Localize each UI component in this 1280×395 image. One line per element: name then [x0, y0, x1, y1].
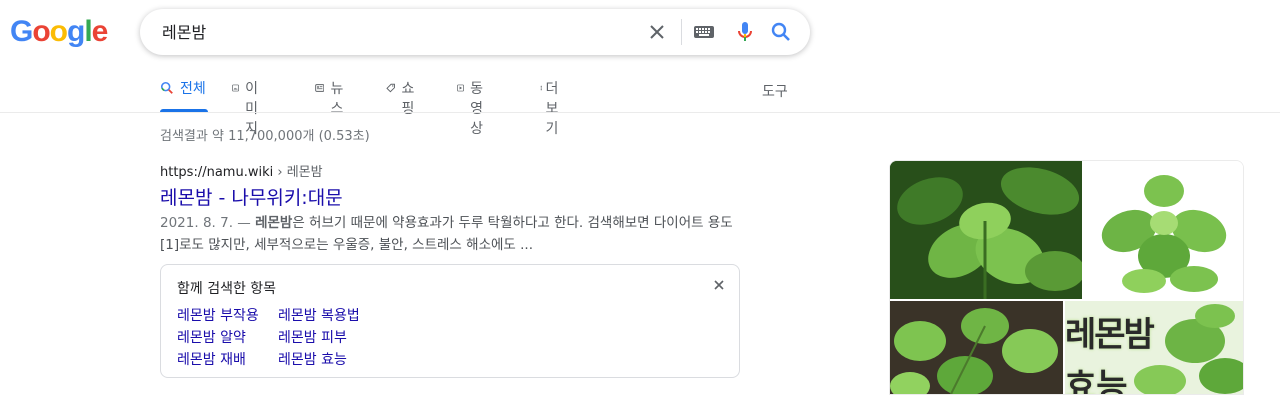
- result-date: 2021. 8. 7. —: [160, 215, 256, 231]
- search-icon: [160, 81, 173, 94]
- search-icon: [771, 22, 790, 41]
- tab-label: 동영상: [470, 81, 484, 137]
- related-link[interactable]: 레몬밤 피부: [278, 327, 347, 347]
- lemon-balm-image-4[interactable]: 레몬밤 효능: [1065, 301, 1243, 395]
- clear-search-button[interactable]: [645, 20, 669, 44]
- news-icon: [315, 84, 325, 92]
- logo-letter: G: [10, 15, 33, 48]
- logo-letter: g: [67, 15, 85, 48]
- tab-images[interactable]: 이미지: [232, 78, 265, 137]
- keyboard-icon: [694, 26, 714, 38]
- result-url-host: https://namu.wiki: [160, 165, 274, 180]
- keyboard-button[interactable]: [693, 23, 715, 41]
- result-title-link[interactable]: 레몬밤 - 나무위키:대문: [160, 183, 343, 210]
- snippet-highlight: 레몬밤: [255, 215, 293, 231]
- tab-label: 더보기: [545, 81, 559, 137]
- logo-letter: o: [32, 15, 50, 48]
- related-searches-title: 함께 검색한 항목: [177, 281, 277, 297]
- tools-button[interactable]: 도구: [762, 81, 788, 101]
- tab-more[interactable]: 더보기: [540, 78, 562, 137]
- search-box: [140, 9, 810, 55]
- related-link[interactable]: 레몬밤 복용법: [278, 305, 360, 325]
- related-link[interactable]: 레몬밤 알약: [177, 327, 246, 347]
- tag-icon: [386, 83, 395, 93]
- related-link[interactable]: 레몬밤 재배: [177, 349, 246, 369]
- image-overlay-text: 효능: [1065, 367, 1128, 395]
- lemon-balm-image-2[interactable]: [1084, 161, 1243, 299]
- related-link[interactable]: 레몬밤 효능: [278, 349, 347, 369]
- search-submit-button[interactable]: [769, 20, 793, 44]
- search-divider: [681, 19, 682, 45]
- voice-search-button[interactable]: [733, 20, 757, 44]
- lemon-balm-image-1[interactable]: [890, 161, 1082, 299]
- tab-label: 전체: [180, 81, 206, 97]
- result-url[interactable]: https://namu.wiki › 레몬밤: [160, 161, 323, 180]
- tab-all[interactable]: 전체: [160, 78, 208, 112]
- leaf-illustration: [890, 301, 1063, 394]
- header-divider: [0, 112, 1280, 113]
- related-close-button[interactable]: [710, 276, 728, 294]
- image-panel: 레몬밤 효능: [889, 160, 1244, 395]
- video-icon: [457, 84, 465, 92]
- close-icon: [650, 25, 664, 39]
- image-icon: [232, 84, 240, 92]
- search-input[interactable]: [162, 21, 622, 40]
- close-icon: [714, 280, 724, 290]
- leaf-illustration: [890, 161, 1082, 299]
- tab-news[interactable]: 뉴스: [315, 78, 348, 117]
- leaf-illustration: [1084, 161, 1243, 299]
- logo-letter: o: [49, 15, 68, 48]
- image-overlay-text: 레몬밤: [1065, 315, 1155, 355]
- result-snippet: 2021. 8. 7. — 레몬밤은 허브기 때문에 약용효과가 두루 탁월하다…: [160, 212, 740, 256]
- mic-icon: [738, 22, 752, 41]
- related-searches-box: 함께 검색한 항목 레몬밤 부작용 레몬밤 복용법 레몬밤 알약 레몬밤 피부 …: [160, 264, 740, 378]
- more-vert-icon: [540, 85, 542, 91]
- lemon-balm-image-3[interactable]: [890, 301, 1063, 394]
- logo-letter: e: [91, 15, 109, 48]
- result-stats: 검색결과 약 11,700,000개 (0.53초): [160, 129, 370, 144]
- logo-letter: l: [84, 15, 92, 48]
- google-logo[interactable]: Google: [10, 15, 109, 49]
- tab-videos[interactable]: 동영상: [457, 78, 490, 137]
- tab-shopping[interactable]: 쇼핑: [386, 78, 419, 117]
- related-link[interactable]: 레몬밤 부작용: [177, 305, 259, 325]
- result-breadcrumb: › 레몬밤: [273, 165, 323, 180]
